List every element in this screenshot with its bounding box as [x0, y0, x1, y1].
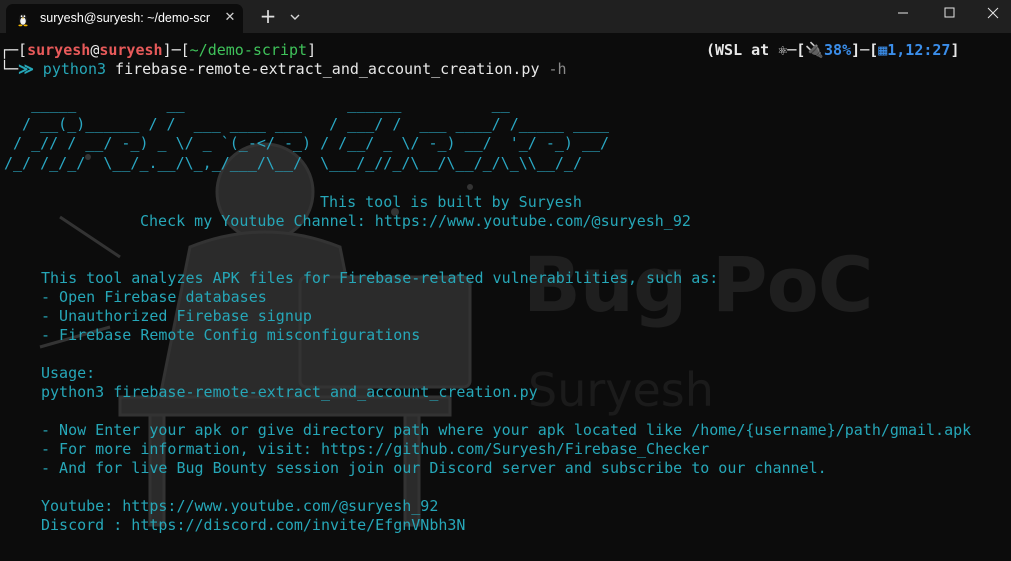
prompt-user: suryesh [27, 41, 91, 59]
prompt-line: ┌─[suryesh@suryesh]─[~/demo-script] [0, 41, 317, 59]
status-segment: (WSL at ⚛─[🔌38%]─[▦1,12:27] [706, 41, 960, 59]
watermark-subtitle: Suryesh [528, 363, 714, 417]
discord-link[interactable]: Discord : https://discord.com/invite/Efg… [41, 516, 465, 535]
ascii-banner: _____ __ ______ __ / __(_)______ / / ___… [4, 95, 609, 173]
channel-text: Check my Youtube Channel: https://www.yo… [140, 212, 691, 230]
calendar-icon: ▦ [878, 41, 888, 59]
battery-percent: 38% [824, 41, 852, 59]
banner-line: / __(_)______ / / ___ ____ ___ / ___/ / … [4, 114, 610, 133]
status-wsl: (WSL at [706, 41, 779, 59]
tab-title: suryesh@suryesh: ~/demo-scri [40, 11, 210, 25]
usage-command: python3 firebase-remote-extract_and_acco… [41, 383, 538, 401]
description-item: - Open Firebase databases [41, 288, 267, 306]
command-line: └─≫ python3 firebase-remote-extract_and_… [0, 60, 567, 78]
description-intro: This tool analyzes APK files for Firebas… [41, 269, 719, 287]
linux-penguin-icon [18, 13, 28, 27]
description-item: - Firebase Remote Config misconfiguratio… [41, 326, 421, 344]
built-by-text: This tool is built by Suryesh [320, 193, 582, 211]
terminal-output[interactable]: Bug PoC Suryesh ┌─[suryesh@suryesh]─[~/d… [0, 33, 1011, 561]
chevron-down-icon[interactable] [286, 8, 304, 26]
command-python: python3 [42, 60, 107, 78]
description-item: - Unauthorized Firebase signup [41, 307, 312, 325]
tab-close-button[interactable]: ✕ [220, 8, 240, 28]
command-flag: -h [548, 60, 567, 78]
banner-line: _____ __ ______ __ [4, 95, 510, 113]
note-line: - And for live Bug Bounty session join o… [41, 459, 827, 477]
maximize-button[interactable] [926, 0, 972, 33]
banner-line: / _// / __/ -_) _ \/ _ `(_-</ -_) / /__/… [4, 134, 610, 152]
prompt-at: @ [90, 41, 100, 59]
youtube-link[interactable]: Youtube: https://www.youtube.com/@suryes… [41, 497, 438, 516]
banner-line: /_/ /_/_/ \__/_.__/\_,_/___/\__/ \___/_/… [4, 153, 582, 172]
note-line: - Now Enter your apk or give directory p… [41, 421, 972, 439]
close-window-button[interactable] [972, 0, 1011, 33]
prompt-dir: ~/demo-script [189, 41, 308, 59]
prompt-host: suryesh [99, 41, 163, 59]
usage-label: Usage: [41, 364, 96, 382]
prompt-arrow-icon: ≫ [18, 60, 34, 78]
status-time: 1,12:27 [887, 41, 951, 59]
command-script: firebase-remote-extract_and_account_crea… [115, 60, 540, 78]
plug-icon: 🔌 [805, 41, 825, 59]
terminal-tab[interactable]: suryesh@suryesh: ~/demo-scri ✕ [6, 4, 243, 33]
title-bar: suryesh@suryesh: ~/demo-scri ✕ + [0, 0, 1011, 33]
new-tab-button[interactable]: + [257, 6, 279, 28]
atom-icon: ⚛ [778, 41, 788, 59]
minimize-button[interactable] [880, 0, 926, 33]
note-line: - For more information, visit: https://g… [41, 440, 710, 458]
